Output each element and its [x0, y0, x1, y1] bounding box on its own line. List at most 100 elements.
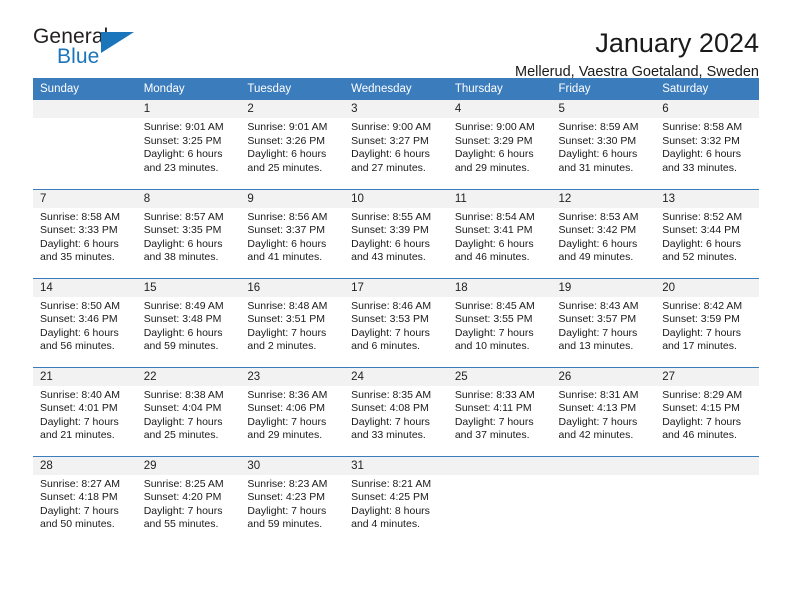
- day-details: Sunrise: 8:38 AM Sunset: 4:04 PM Dayligh…: [143, 388, 224, 442]
- weekday-header-friday: Friday: [551, 78, 656, 100]
- day-cell[interactable]: 4 Sunrise: 9:00 AM Sunset: 3:29 PM Daylig…: [447, 100, 552, 189]
- day-number: 28: [33, 456, 137, 475]
- day-cell[interactable]: 28 Sunrise: 8:27 AM Sunset: 4:18 PM Dayli…: [33, 455, 137, 545]
- weekday-header-row: Sunday Monday Tuesday Wednesday Thursday…: [33, 78, 759, 100]
- day-number: 2: [240, 100, 345, 118]
- calendar-page: General Blue January 2024 Mellerud, Vaes…: [0, 0, 792, 612]
- day-number: 8: [136, 189, 241, 208]
- day-cell[interactable]: 27 Sunrise: 8:29 AM Sunset: 4:15 PM Dayli…: [655, 366, 759, 456]
- day-cell[interactable]: 17 Sunrise: 8:46 AM Sunset: 3:53 PM Dayli…: [344, 277, 448, 367]
- day-number: [33, 100, 137, 118]
- day-cell[interactable]: 12 Sunrise: 8:53 AM Sunset: 3:42 PM Dayli…: [551, 188, 656, 278]
- day-number: 10: [344, 189, 448, 208]
- day-number: 14: [33, 278, 137, 297]
- day-cell[interactable]: 22 Sunrise: 8:38 AM Sunset: 4:04 PM Dayli…: [136, 366, 241, 456]
- day-cell[interactable]: 13 Sunrise: 8:52 AM Sunset: 3:44 PM Dayli…: [655, 188, 759, 278]
- day-cell[interactable]: 21 Sunrise: 8:40 AM Sunset: 4:01 PM Dayli…: [33, 366, 137, 456]
- calendar-week-row: 14 Sunrise: 8:50 AM Sunset: 3:46 PM Dayli…: [33, 277, 759, 367]
- day-number: 15: [136, 278, 241, 297]
- day-cell[interactable]: 20 Sunrise: 8:42 AM Sunset: 3:59 PM Dayli…: [655, 277, 759, 367]
- day-cell[interactable]: [551, 455, 656, 545]
- day-number: 17: [344, 278, 448, 297]
- day-details: Sunrise: 8:55 AM Sunset: 3:39 PM Dayligh…: [351, 210, 432, 264]
- day-cell[interactable]: 29 Sunrise: 8:25 AM Sunset: 4:20 PM Dayli…: [136, 455, 241, 545]
- day-cell[interactable]: 9 Sunrise: 8:56 AM Sunset: 3:37 PM Daylig…: [240, 188, 345, 278]
- logo-text-blue: Blue: [57, 45, 100, 68]
- day-cell[interactable]: 2 Sunrise: 9:01 AM Sunset: 3:26 PM Daylig…: [240, 100, 345, 189]
- day-cell[interactable]: 16 Sunrise: 8:48 AM Sunset: 3:51 PM Dayli…: [240, 277, 345, 367]
- day-cell[interactable]: 1 Sunrise: 9:01 AM Sunset: 3:25 PM Daylig…: [136, 100, 241, 189]
- day-details: Sunrise: 8:29 AM Sunset: 4:15 PM Dayligh…: [662, 388, 743, 442]
- page-subtitle: Mellerud, Vaestra Goetaland, Sweden: [515, 64, 759, 81]
- day-cell[interactable]: 5 Sunrise: 8:59 AM Sunset: 3:30 PM Daylig…: [551, 100, 656, 189]
- day-details: Sunrise: 8:25 AM Sunset: 4:20 PM Dayligh…: [143, 477, 224, 531]
- general-blue-logo[interactable]: General Blue: [33, 26, 141, 76]
- day-cell[interactable]: 7 Sunrise: 8:58 AM Sunset: 3:33 PM Daylig…: [33, 188, 137, 278]
- day-number: 7: [33, 189, 137, 208]
- day-cell[interactable]: 25 Sunrise: 8:33 AM Sunset: 4:11 PM Dayli…: [447, 366, 552, 456]
- weekday-header-saturday: Saturday: [655, 78, 759, 100]
- day-cell[interactable]: [33, 100, 137, 189]
- day-cell[interactable]: 10 Sunrise: 8:55 AM Sunset: 3:39 PM Dayli…: [344, 188, 448, 278]
- day-cell[interactable]: 31 Sunrise: 8:21 AM Sunset: 4:25 PM Dayli…: [344, 455, 448, 545]
- day-number: [447, 456, 552, 475]
- day-number: 9: [240, 189, 345, 208]
- day-details: Sunrise: 8:58 AM Sunset: 3:32 PM Dayligh…: [662, 121, 743, 174]
- day-details: Sunrise: 8:35 AM Sunset: 4:08 PM Dayligh…: [351, 388, 432, 442]
- day-cell[interactable]: 18 Sunrise: 8:45 AM Sunset: 3:55 PM Dayli…: [447, 277, 552, 367]
- day-details: Sunrise: 8:21 AM Sunset: 4:25 PM Dayligh…: [351, 477, 432, 531]
- day-details: Sunrise: 8:42 AM Sunset: 3:59 PM Dayligh…: [662, 299, 743, 353]
- day-details: Sunrise: 8:45 AM Sunset: 3:55 PM Dayligh…: [454, 299, 535, 353]
- day-cell[interactable]: 8 Sunrise: 8:57 AM Sunset: 3:35 PM Daylig…: [136, 188, 241, 278]
- sunrise-sunset-calendar: Sunday Monday Tuesday Wednesday Thursday…: [33, 78, 759, 545]
- calendar-body: 1 Sunrise: 9:01 AM Sunset: 3:25 PM Daylig…: [33, 100, 759, 545]
- day-number: 3: [344, 100, 448, 118]
- day-details: Sunrise: 8:49 AM Sunset: 3:48 PM Dayligh…: [143, 299, 224, 353]
- calendar-week-row: 1 Sunrise: 9:01 AM Sunset: 3:25 PM Daylig…: [33, 100, 759, 189]
- day-number: [655, 456, 759, 475]
- calendar-week-row: 7 Sunrise: 8:58 AM Sunset: 3:33 PM Daylig…: [33, 188, 759, 278]
- day-details: [655, 475, 759, 478]
- day-cell[interactable]: 24 Sunrise: 8:35 AM Sunset: 4:08 PM Dayli…: [344, 366, 448, 456]
- day-cell[interactable]: 30 Sunrise: 8:23 AM Sunset: 4:23 PM Dayli…: [240, 455, 345, 545]
- day-cell[interactable]: 14 Sunrise: 8:50 AM Sunset: 3:46 PM Dayli…: [33, 277, 137, 367]
- day-number: 12: [551, 189, 656, 208]
- day-number: 1: [136, 100, 241, 118]
- day-number: 25: [447, 367, 552, 386]
- day-details: Sunrise: 9:01 AM Sunset: 3:25 PM Dayligh…: [143, 121, 224, 174]
- day-cell[interactable]: 3 Sunrise: 9:00 AM Sunset: 3:27 PM Daylig…: [344, 100, 448, 189]
- day-cell[interactable]: 11 Sunrise: 8:54 AM Sunset: 3:41 PM Dayli…: [447, 188, 552, 278]
- day-details: [552, 475, 656, 478]
- day-cell[interactable]: 23 Sunrise: 8:36 AM Sunset: 4:06 PM Dayli…: [240, 366, 345, 456]
- day-cell[interactable]: 26 Sunrise: 8:31 AM Sunset: 4:13 PM Dayli…: [551, 366, 656, 456]
- weekday-header-tuesday: Tuesday: [240, 78, 345, 100]
- day-number: 26: [551, 367, 656, 386]
- day-details: Sunrise: 8:31 AM Sunset: 4:13 PM Dayligh…: [558, 388, 639, 442]
- title-block: January 2024 Mellerud, Vaestra Goetaland…: [515, 26, 759, 81]
- day-number: 13: [655, 189, 759, 208]
- day-details: Sunrise: 8:33 AM Sunset: 4:11 PM Dayligh…: [454, 388, 535, 442]
- day-details: Sunrise: 8:56 AM Sunset: 3:37 PM Dayligh…: [247, 210, 328, 264]
- day-details: Sunrise: 8:50 AM Sunset: 3:46 PM Dayligh…: [40, 299, 120, 353]
- day-cell[interactable]: [655, 455, 759, 545]
- day-number: 31: [344, 456, 448, 475]
- calendar-week-row: 28 Sunrise: 8:27 AM Sunset: 4:18 PM Dayli…: [33, 455, 759, 545]
- weekday-header-wednesday: Wednesday: [344, 78, 448, 100]
- blue-triangle-icon: [101, 32, 134, 53]
- day-number: 29: [136, 456, 241, 475]
- day-number: 23: [240, 367, 345, 386]
- day-number: 16: [240, 278, 345, 297]
- logo-text-general: General: [33, 25, 109, 48]
- day-number: 19: [551, 278, 656, 297]
- day-details: Sunrise: 8:27 AM Sunset: 4:18 PM Dayligh…: [40, 477, 120, 531]
- page-title: January 2024: [595, 28, 759, 58]
- day-number: 24: [344, 367, 448, 386]
- day-number: 11: [447, 189, 552, 208]
- day-cell[interactable]: 15 Sunrise: 8:49 AM Sunset: 3:48 PM Dayli…: [136, 277, 241, 367]
- day-cell[interactable]: 6 Sunrise: 8:58 AM Sunset: 3:32 PM Daylig…: [655, 100, 759, 189]
- day-details: Sunrise: 8:36 AM Sunset: 4:06 PM Dayligh…: [247, 388, 328, 442]
- day-details: Sunrise: 9:01 AM Sunset: 3:26 PM Dayligh…: [247, 121, 328, 174]
- day-details: Sunrise: 8:57 AM Sunset: 3:35 PM Dayligh…: [143, 210, 224, 264]
- day-cell[interactable]: 19 Sunrise: 8:43 AM Sunset: 3:57 PM Dayli…: [551, 277, 656, 367]
- day-cell[interactable]: [447, 455, 552, 545]
